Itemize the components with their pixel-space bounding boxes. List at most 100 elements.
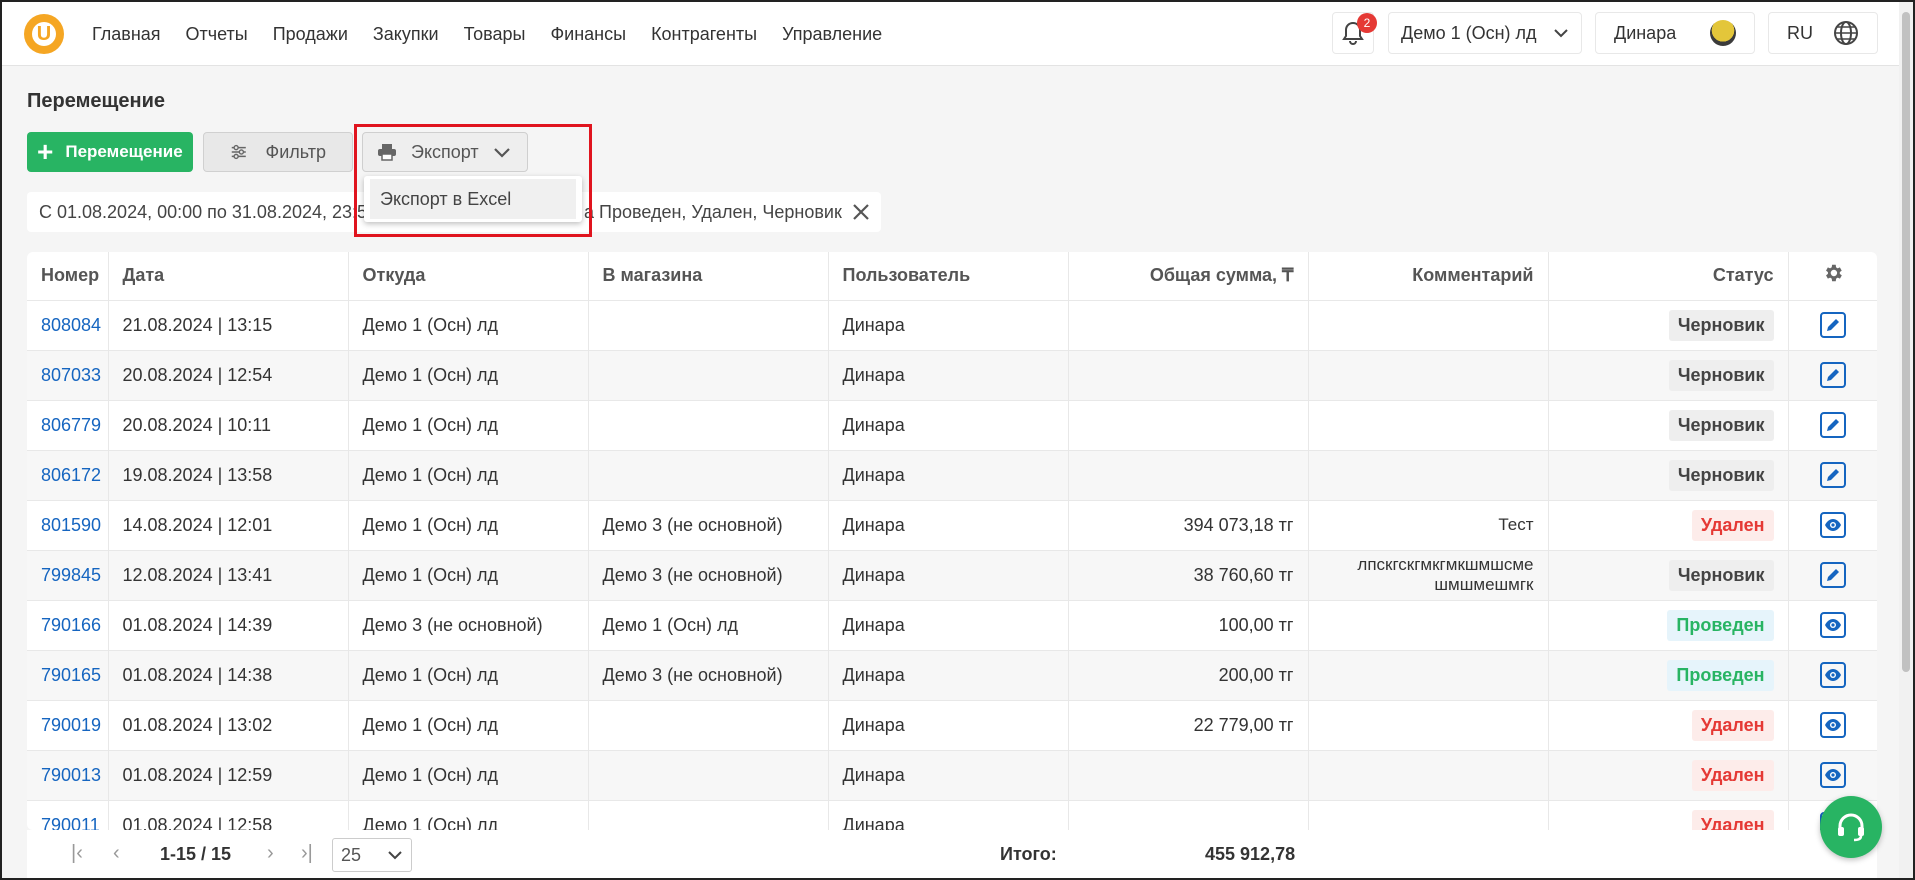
- prev-page-icon[interactable]: ‹: [113, 842, 120, 865]
- col-header-user[interactable]: Пользователь: [828, 252, 1069, 301]
- highlight-box: [354, 124, 592, 237]
- row-number-link[interactable]: 801590: [41, 515, 101, 535]
- row-total-cell: [1068, 450, 1309, 501]
- view-button[interactable]: [1819, 512, 1846, 538]
- table-row[interactable]: 790011 01.08.2024 | 12:58 Демо 1 (Осн) лд Д…: [27, 800, 1877, 830]
- row-from: Демо 1 (Осн) лд: [362, 314, 499, 335]
- nav-item-sales[interactable]: Продажи: [273, 24, 348, 45]
- row-date: 19.08.2024 | 13:58: [122, 464, 273, 485]
- col-header-comment[interactable]: Комментарий: [1308, 252, 1549, 301]
- per-page-select[interactable]: 25: [332, 838, 412, 872]
- row-to-cell: [588, 450, 829, 501]
- table-row[interactable]: 790166 01.08.2024 | 14:39 Демо 3 (не основ…: [27, 600, 1877, 651]
- user-menu-button[interactable]: Динара: [1595, 12, 1755, 54]
- table-row[interactable]: 801590 14.08.2024 | 12:01 Демо 1 (Осн) лд Д…: [27, 500, 1877, 551]
- status-badge: Проведен: [1667, 609, 1774, 641]
- edit-button[interactable]: [1819, 412, 1846, 438]
- row-user-cell: Динара: [828, 600, 1069, 651]
- col-header-from[interactable]: Откуда: [348, 252, 589, 301]
- add-transfer-button[interactable]: + Перемещение: [27, 132, 193, 172]
- row-number-link-cell: 806779: [27, 400, 109, 451]
- table-row[interactable]: 790019 01.08.2024 | 13:02 Демо 1 (Осн) лд Д…: [27, 700, 1877, 751]
- row-date: 20.08.2024 | 10:11: [122, 414, 271, 435]
- first-page-icon[interactable]: |‹: [71, 842, 83, 865]
- row-number-link[interactable]: 790019: [41, 715, 101, 735]
- table-row[interactable]: 790013 01.08.2024 | 12:59 Демо 1 (Осн) лд Д…: [27, 750, 1877, 801]
- row-to-cell: [588, 400, 829, 451]
- view-button[interactable]: [1819, 612, 1846, 638]
- nav-item-finance[interactable]: Финансы: [550, 24, 626, 45]
- filter-chip-statuses: а Проведен, Удален, Черновик: [584, 201, 842, 222]
- row-number-link[interactable]: 806779: [41, 415, 101, 435]
- column-settings-button[interactable]: [1788, 252, 1877, 301]
- row-number-link[interactable]: 790166: [41, 615, 101, 635]
- row-date: 01.08.2024 | 14:38: [122, 664, 273, 685]
- row-number-link[interactable]: 790011: [41, 815, 100, 831]
- view-button[interactable]: [1819, 662, 1846, 688]
- row-date-cell: 01.08.2024 | 14:38: [108, 650, 349, 701]
- col-header-to[interactable]: В магазина: [588, 252, 829, 301]
- language-button[interactable]: RU: [1768, 12, 1878, 54]
- table-row[interactable]: 807033 20.08.2024 | 12:54 Демо 1 (Осн) лд Д…: [27, 350, 1877, 401]
- nav-item-purchases[interactable]: Закупки: [373, 24, 439, 45]
- table-row[interactable]: 790165 01.08.2024 | 14:38 Демо 1 (Осн) лд Д…: [27, 650, 1877, 701]
- row-from: Демо 1 (Осн) лд: [362, 514, 499, 535]
- store-select[interactable]: Демо 1 (Осн) лд: [1388, 12, 1582, 54]
- row-number-link[interactable]: 790165: [41, 665, 101, 685]
- nav-item-counterparties[interactable]: Контрагенты: [651, 24, 757, 45]
- row-total-cell: 394 073,18 тг: [1068, 500, 1309, 551]
- row-number-link[interactable]: 790013: [41, 765, 101, 785]
- row-date: 20.08.2024 | 12:54: [122, 364, 273, 385]
- col-header-status[interactable]: Статус: [1548, 252, 1789, 301]
- col-header-date[interactable]: Дата: [108, 252, 349, 301]
- view-button[interactable]: [1819, 712, 1846, 738]
- eye-icon: [1824, 769, 1841, 781]
- row-comment-cell: [1308, 650, 1549, 701]
- row-user-cell: Динара: [828, 400, 1069, 451]
- row-from: Демо 1 (Осн) лд: [362, 714, 499, 735]
- table-row[interactable]: 799845 12.08.2024 | 13:41 Демо 1 (Осн) лд Д…: [27, 550, 1877, 601]
- close-icon[interactable]: [850, 201, 872, 223]
- status-badge: Проведен: [1667, 659, 1774, 691]
- nav-item-management[interactable]: Управление: [782, 24, 882, 45]
- app-logo[interactable]: U: [24, 14, 64, 54]
- pencil-icon: [1826, 369, 1839, 381]
- row-number-link-cell: 801590: [27, 500, 109, 551]
- edit-button[interactable]: [1819, 312, 1846, 338]
- next-page-icon[interactable]: ›: [267, 842, 274, 865]
- row-action-cell: [1788, 300, 1877, 351]
- nav-item-reports[interactable]: Отчеты: [186, 24, 248, 45]
- row-number-link[interactable]: 807033: [41, 365, 101, 385]
- last-page-icon[interactable]: ›|: [301, 842, 313, 865]
- view-button[interactable]: [1819, 762, 1846, 788]
- row-user-cell: Динара: [828, 700, 1069, 751]
- col-header-number[interactable]: Номер: [27, 252, 109, 301]
- row-from: Демо 1 (Осн) лд: [362, 564, 499, 585]
- row-number-link[interactable]: 806172: [41, 465, 101, 485]
- nav-item-products[interactable]: Товары: [464, 24, 526, 45]
- row-to-cell: Демо 3 (не основной): [588, 500, 829, 551]
- table-row[interactable]: 808084 21.08.2024 | 13:15 Демо 1 (Осн) лд Д…: [27, 300, 1877, 351]
- edit-button[interactable]: [1819, 362, 1846, 388]
- scrollbar-thumb[interactable]: [1902, 12, 1910, 672]
- edit-button[interactable]: [1819, 462, 1846, 488]
- row-to-cell: Демо 3 (не основной): [588, 550, 829, 601]
- sliders-icon: [231, 144, 246, 160]
- row-total-cell: [1068, 350, 1309, 401]
- row-user: Динара: [842, 814, 905, 831]
- support-chat-button[interactable]: [1820, 796, 1882, 858]
- nav-item-home[interactable]: Главная: [92, 24, 161, 45]
- page-scrollbar[interactable]: [1899, 2, 1913, 878]
- row-total-cell: 100,00 тг: [1068, 600, 1309, 651]
- row-user: Динара: [842, 414, 905, 435]
- col-header-total[interactable]: Общая сумма, ₸: [1068, 252, 1309, 301]
- row-number-link[interactable]: 799845: [41, 565, 101, 585]
- row-number-link-cell: 799845: [27, 550, 109, 601]
- row-comment-cell: [1308, 350, 1549, 401]
- table-row[interactable]: 806172 19.08.2024 | 13:58 Демо 1 (Осн) лд Д…: [27, 450, 1877, 501]
- edit-button[interactable]: [1819, 562, 1846, 588]
- table-row[interactable]: 806779 20.08.2024 | 10:11 Демо 1 (Осн) лд Д…: [27, 400, 1877, 451]
- row-number-link[interactable]: 808084: [41, 315, 101, 335]
- row-number-link-cell: 790166: [27, 600, 109, 651]
- filter-button[interactable]: Фильтр: [203, 132, 353, 172]
